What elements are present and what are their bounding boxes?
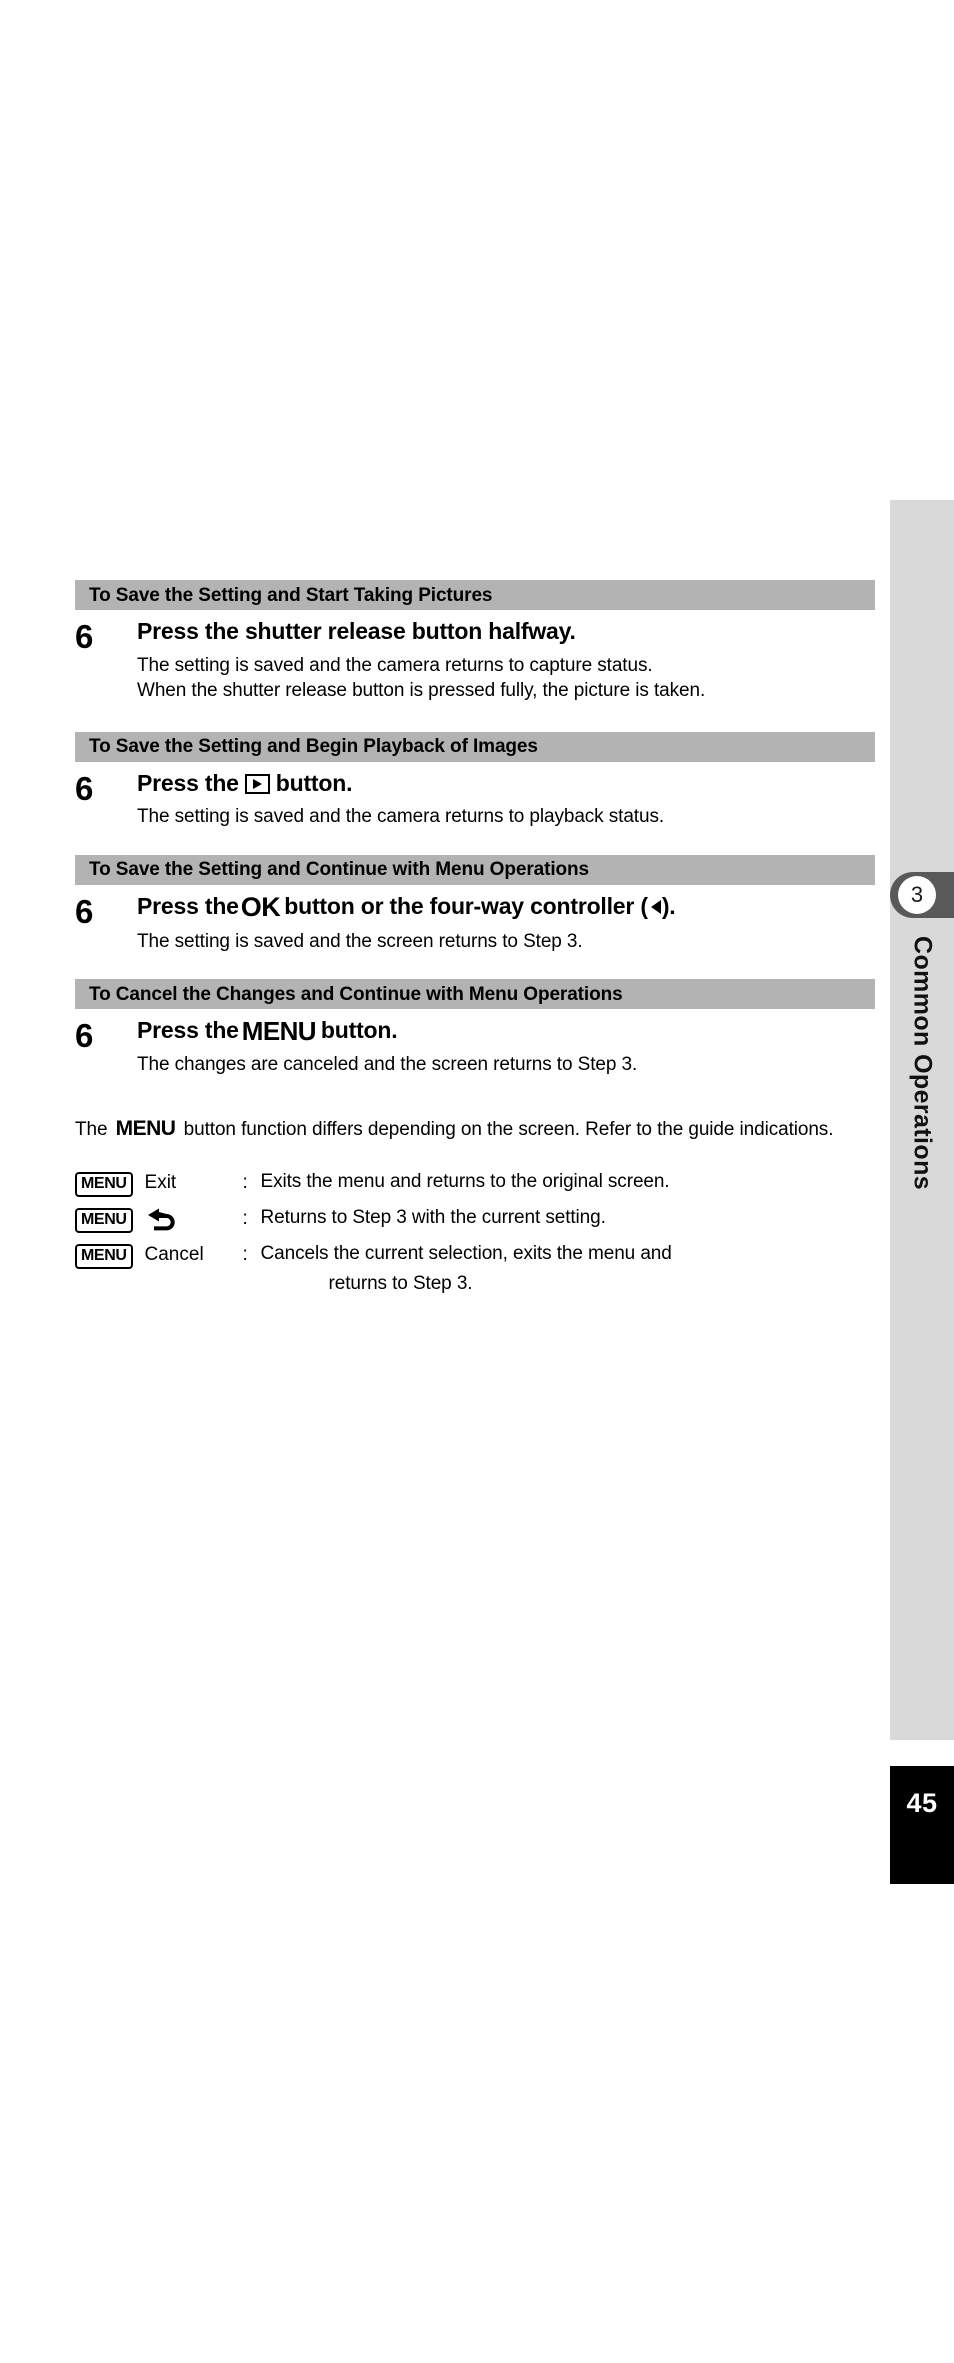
menu-guide-text-3: Cancels the current selection, exits the… [261, 1242, 875, 1297]
ok-button-glyph: OK [240, 891, 281, 922]
step-block-1: 6 Press the shutter release button halfw… [75, 618, 875, 704]
menu-guide-list: MENU Exit : Exits the menu and returns t… [75, 1170, 875, 1297]
section-heading-bar-1: To Save the Setting and Start Taking Pic… [75, 580, 875, 610]
step-title-prefix-3: Press the [137, 893, 239, 920]
step-body-4: Press the MENU button. The changes are c… [137, 1018, 875, 1077]
section-heading-bar-2: To Save the Setting and Begin Playback o… [75, 731, 875, 762]
step-desc-line-1a: The setting is saved and the camera retu… [137, 654, 653, 676]
section-heading-label-1: To Save the Setting and Start Taking Pic… [89, 584, 493, 606]
step-number-2: 6 [75, 769, 93, 807]
step-description-3: The setting is saved and the screen retu… [137, 929, 875, 954]
menu-guide-text-3-line1: Cancels the current selection, exits the… [260, 1242, 672, 1264]
section-heading-label-4: To Cancel the Changes and Continue with … [89, 983, 623, 1005]
step-title-1: Press the shutter release button halfway… [137, 618, 875, 645]
menu-guide-row-1: MENU Exit : Exits the menu and returns t… [75, 1170, 875, 1198]
step-title-3: Press the OK button or the four-way cont… [137, 891, 875, 922]
menu-button-glyph: MENU [241, 1016, 317, 1047]
step-desc-line-1b: When the shutter release button is press… [137, 680, 706, 702]
section-heading-bar-3: To Save the Setting and Continue with Me… [75, 854, 875, 885]
menu-chip-icon-2: MENU [75, 1207, 133, 1233]
step-title-2: Press the button. [137, 769, 875, 797]
chapter-title-label: Common Operations [908, 936, 937, 1191]
section-heading-label-2: To Save the Setting and Begin Playback o… [89, 736, 538, 758]
menu-guide-colon-1: : [242, 1172, 248, 1194]
step-desc-line-3a: The setting is saved and the screen retu… [137, 930, 583, 952]
menu-guide-action-2 [133, 1206, 243, 1234]
menu-guide-row-3: MENU Cancel : Cancels the current select… [75, 1242, 875, 1297]
return-arrow-icon [145, 1208, 179, 1232]
step-block-3: 6 Press the OK button or the four-way co… [75, 891, 875, 954]
step-description-2: The setting is saved and the camera retu… [137, 804, 875, 829]
menu-word-glyph: MENU [115, 1116, 176, 1140]
section-heading-label-3: To Save the Setting and Continue with Me… [89, 859, 589, 881]
step-desc-line-4a: The changes are canceled and the screen … [137, 1054, 638, 1076]
step-desc-line-2a: The setting is saved and the camera retu… [137, 806, 665, 828]
step-description-1: The setting is saved and the camera retu… [137, 653, 875, 704]
menu-guide-text-1: Exits the menu and returns to the origin… [260, 1170, 670, 1192]
step-number-4: 6 [75, 1017, 93, 1055]
menu-guide-row-2: MENU : Returns to Step 3 with the curren… [75, 1206, 875, 1234]
step-title-suffix-4: button. [320, 1017, 398, 1044]
step-title-middle-3: button or the four-way controller ( [284, 893, 648, 920]
menu-guide-action-3: Cancel [144, 1244, 204, 1266]
menu-guide-text-2: Returns to Step 3 with the current setti… [260, 1206, 606, 1228]
note-part-2: button function differs depending on the… [183, 1118, 834, 1140]
menu-chip-icon-3: MENU [75, 1243, 133, 1269]
step-description-4: The changes are canceled and the screen … [137, 1052, 875, 1077]
note-part-1: The [75, 1118, 108, 1140]
step-block-4: 6 Press the MENU button. The changes are… [75, 1018, 875, 1077]
chapter-number-badge: 3 [898, 876, 936, 914]
step-title-4: Press the MENU button. [137, 1016, 875, 1047]
step-block-2: 6 Press the button. The setting is saved… [75, 769, 875, 830]
menu-chip-icon-1: MENU [75, 1171, 133, 1197]
page-number-block: 45 [890, 1766, 954, 1884]
chapter-tab: 3 [890, 872, 954, 918]
menu-guide-colon-2: : [242, 1208, 248, 1230]
step-body-1: Press the shutter release button halfway… [137, 618, 875, 704]
step-title-text-1: Press the shutter release button halfway… [137, 618, 576, 644]
page-number-label: 45 [906, 1788, 938, 1818]
menu-note-paragraph: The MENU button function differs dependi… [75, 1114, 855, 1144]
menu-guide-action-1: Exit [144, 1172, 177, 1194]
step-title-prefix-4: Press the [137, 1017, 239, 1044]
manual-page: 3 Common Operations 45 To Save the Setti… [0, 0, 954, 2363]
step-title-prefix-2: Press the [137, 769, 239, 796]
step-body-2: Press the button. The setting is saved a… [137, 769, 875, 830]
section-heading-bar-4: To Cancel the Changes and Continue with … [75, 979, 875, 1010]
step-body-3: Press the OK button or the four-way cont… [137, 891, 875, 954]
chapter-title-vertical: Common Operations [890, 930, 954, 1430]
left-arrow-icon [650, 900, 661, 915]
step-number-3: 6 [75, 892, 93, 930]
step-title-suffix-2: button. [275, 769, 353, 796]
playback-icon [244, 773, 270, 794]
step-number-1: 6 [75, 618, 93, 655]
menu-guide-text-3-line2: returns to Step 3. [328, 1273, 473, 1295]
menu-guide-colon-3: : [242, 1244, 248, 1266]
content-column: To Save the Setting and Start Taking Pic… [75, 580, 875, 1305]
step-title-suffix-3: ). [661, 893, 676, 920]
